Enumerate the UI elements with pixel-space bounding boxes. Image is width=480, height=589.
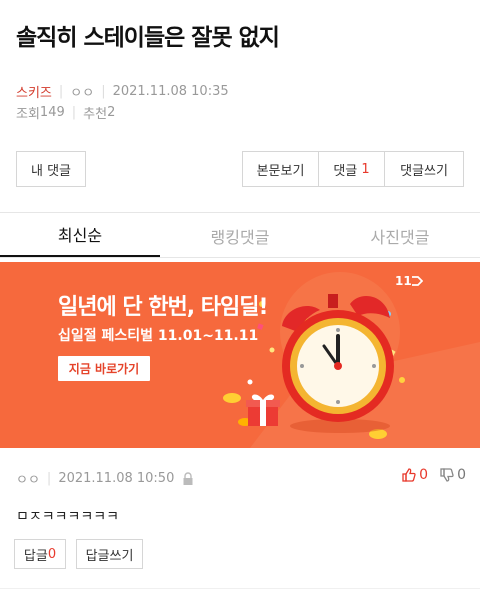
banner-subline: 십일절 페스티벌 11.01~11.11 <box>58 328 259 344</box>
banner-cta-button[interactable]: 지금 바로가기 <box>58 356 150 381</box>
thumbs-up-button[interactable]: 0 <box>402 467 428 483</box>
thumbs-down-count: 0 <box>457 467 466 483</box>
thumbs-down-button[interactable]: 0 <box>440 467 466 483</box>
post-category[interactable]: 스키즈 <box>16 82 52 101</box>
comment-meta: ㅇㅇ | 2021.11.08 10:50 <box>16 469 194 488</box>
lock-icon <box>183 471 193 485</box>
write-comment-button[interactable]: 댓글쓰기 <box>385 152 463 186</box>
banner-headline: 일년에 단 한번, 타임딜! <box>58 295 269 320</box>
logo-arrow-icon <box>412 276 423 286</box>
comments-button[interactable]: 댓글 1 <box>319 152 385 186</box>
comment-author: ㅇㅇ <box>16 473 40 488</box>
gift-box-icon <box>246 394 280 426</box>
tab-photo[interactable]: 사진댓글 <box>320 213 480 258</box>
my-comments-button[interactable]: 내 댓글 <box>16 151 86 187</box>
comments-count: 1 <box>361 161 370 177</box>
thumbs-down-icon <box>440 468 454 482</box>
alarm-clock-icon <box>282 294 394 433</box>
meta-divider: | <box>101 84 106 99</box>
post-datetime: 2021.11.08 10:35 <box>112 84 229 99</box>
tab-latest[interactable]: 최신순 <box>0 213 160 258</box>
meta-divider: | <box>58 84 64 99</box>
post-stats: 조회 149 | 추천 2 <box>16 103 115 122</box>
tabs-underline <box>0 257 480 258</box>
post-meta: 스키즈 | ㅇㅇ | 2021.11.08 10:35 <box>16 82 229 101</box>
post-action-group: 본문보기 댓글 1 댓글쓰기 <box>242 151 464 187</box>
ad-banner[interactable]: 11 일년에 단 한번, 타임딜! 십일절 페스티벌 11.01~11.11 지… <box>0 262 480 448</box>
comment-text: ㅁㅈㅋㅋㅋㅋㅋㅋ <box>16 509 120 525</box>
meta-divider: | <box>46 471 52 486</box>
write-reply-button[interactable]: 답글쓰기 <box>76 539 143 569</box>
post-title: 솔직히 스테이들은 잘못 없지 <box>16 25 280 51</box>
thumbs-up-count: 0 <box>419 467 429 483</box>
tab-ranking[interactable]: 랭킹댓글 <box>160 213 320 258</box>
post-author: ㅇㅇ <box>70 86 95 101</box>
recommend-count: 2 <box>107 105 116 120</box>
views-count: 149 <box>39 105 65 120</box>
thumbs-up-icon <box>402 468 416 482</box>
recommend-label: 추천 <box>83 107 108 122</box>
reply-count: 0 <box>47 546 57 562</box>
views-label: 조회 <box>16 107 40 122</box>
view-post-button[interactable]: 본문보기 <box>243 152 319 186</box>
meta-divider: | <box>71 105 77 120</box>
comments-label: 댓글 <box>333 163 358 179</box>
comment-datetime: 2021.11.08 10:50 <box>58 471 175 486</box>
reply-count-button[interactable]: 답글 0 <box>14 539 66 569</box>
comment-sort-tabs: 최신순 랭킹댓글 사진댓글 <box>0 213 480 258</box>
brand-logo: 11 <box>395 274 412 288</box>
reply-label: 답글 <box>23 548 48 564</box>
comment-votes: 0 0 <box>402 467 466 483</box>
